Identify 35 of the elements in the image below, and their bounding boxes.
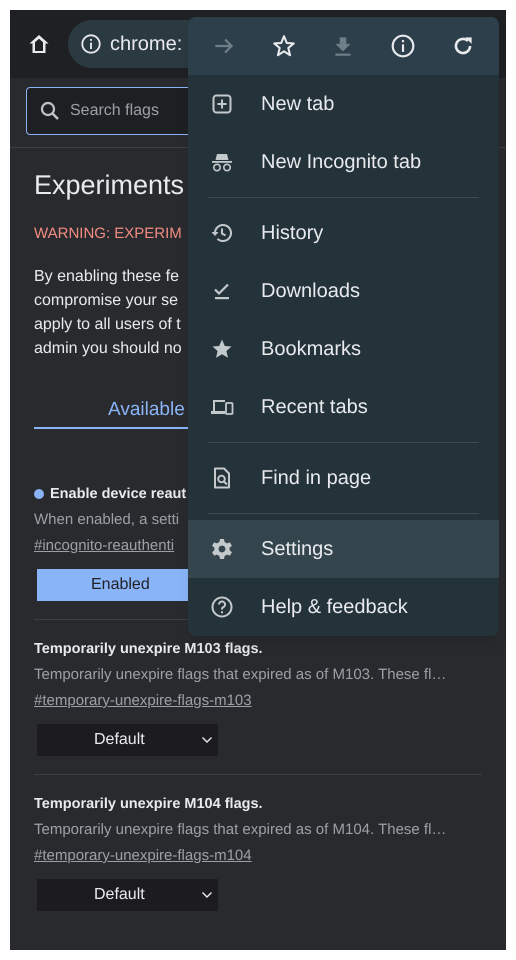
menu-item[interactable]: Find in page (188, 449, 499, 507)
description-line: compromise your se (34, 291, 178, 311)
star-icon[interactable] (270, 33, 297, 59)
page-title: Experiments (34, 169, 184, 202)
caret-icon (201, 891, 213, 899)
plus-box-icon (210, 92, 234, 116)
flag-title: Temporarily unexpire M103 flags. (34, 640, 263, 659)
help-icon (210, 595, 234, 619)
menu-item[interactable]: Downloads (188, 262, 499, 320)
menu-item[interactable]: Bookmarks (188, 320, 499, 378)
info-icon[interactable] (390, 33, 416, 59)
flag-title: Enable device reaut (50, 485, 186, 504)
menu-item[interactable]: Settings (188, 520, 499, 578)
menu-item[interactable]: History (188, 204, 499, 262)
description-line: apply to all users of t (34, 315, 181, 335)
info-icon (80, 33, 102, 55)
warning-text: WARNING: EXPERIM (34, 224, 182, 244)
flag-dropdown[interactable]: Default (37, 879, 218, 911)
menu-item[interactable]: Recent tabs (188, 378, 499, 436)
flag-link[interactable]: #temporary-unexpire-flags-m103 (34, 690, 252, 712)
flag-description: Temporarily unexpire flags that expired as of M104. These fl… (34, 820, 446, 840)
flag-dropdown[interactable]: Default (37, 724, 218, 756)
flag-description: Temporarily unexpire flags that expired as of M103. These fl… (34, 665, 446, 685)
menu-item[interactable]: New Incognito tab (188, 133, 499, 191)
gear-icon (210, 537, 234, 561)
flag-link[interactable]: #incognito-reauthenti (34, 535, 174, 557)
flag-link[interactable]: #temporary-unexpire-flags-m104 (34, 845, 252, 867)
description-line: admin you should no (34, 339, 182, 359)
caret-icon (201, 736, 213, 744)
flag-description: When enabled, a setti (34, 510, 180, 530)
url-text: chrome: (110, 32, 182, 57)
flag-title: Temporarily unexpire M104 flags. (34, 795, 263, 814)
history-icon (210, 221, 234, 245)
description-line: By enabling these fe (34, 267, 179, 287)
home-icon[interactable] (27, 32, 51, 56)
